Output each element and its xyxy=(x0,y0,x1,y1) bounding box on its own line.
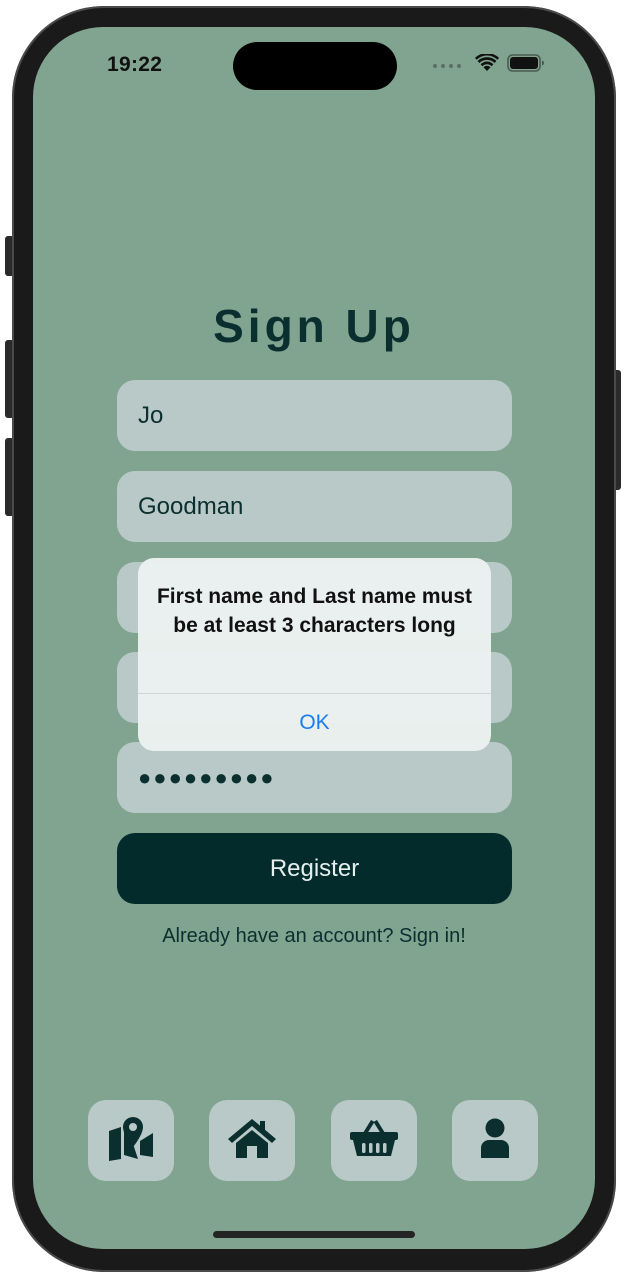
battery-icon xyxy=(507,54,545,77)
home-indicator[interactable] xyxy=(213,1231,415,1238)
validation-alert: First name and Last name must be at leas… xyxy=(138,558,491,751)
alert-ok-button[interactable]: OK xyxy=(138,694,491,751)
cellular-signal-icon xyxy=(433,63,461,68)
basket-icon xyxy=(349,1118,399,1163)
sign-in-link[interactable]: Already have an account? Sign in! xyxy=(33,925,595,948)
password-value: ●●●●●●●●● xyxy=(138,764,276,790)
last-name-value: Goodman xyxy=(138,492,244,520)
tab-profile[interactable] xyxy=(452,1100,538,1181)
map-icon xyxy=(107,1115,155,1166)
user-icon xyxy=(478,1118,512,1163)
wifi-icon xyxy=(475,52,499,77)
page-title: Sign Up xyxy=(213,300,415,352)
alert-message: First name and Last name must be at leas… xyxy=(156,585,473,637)
password-field[interactable]: ●●●●●●●●● xyxy=(117,742,512,813)
tab-map[interactable] xyxy=(88,1100,174,1181)
app-screen: 19:22 Sign Up Jo Goodman ●●●●●●●●● Regis… xyxy=(33,27,595,1249)
home-icon xyxy=(227,1117,277,1164)
status-icons xyxy=(433,52,545,77)
register-button[interactable]: Register xyxy=(117,833,512,904)
status-time: 19:22 xyxy=(107,53,163,76)
dynamic-island xyxy=(233,42,397,90)
tab-home[interactable] xyxy=(209,1100,295,1181)
tab-basket[interactable] xyxy=(331,1100,417,1181)
first-name-field[interactable]: Jo xyxy=(117,380,512,451)
last-name-field[interactable]: Goodman xyxy=(117,471,512,542)
first-name-value: Jo xyxy=(138,401,164,429)
